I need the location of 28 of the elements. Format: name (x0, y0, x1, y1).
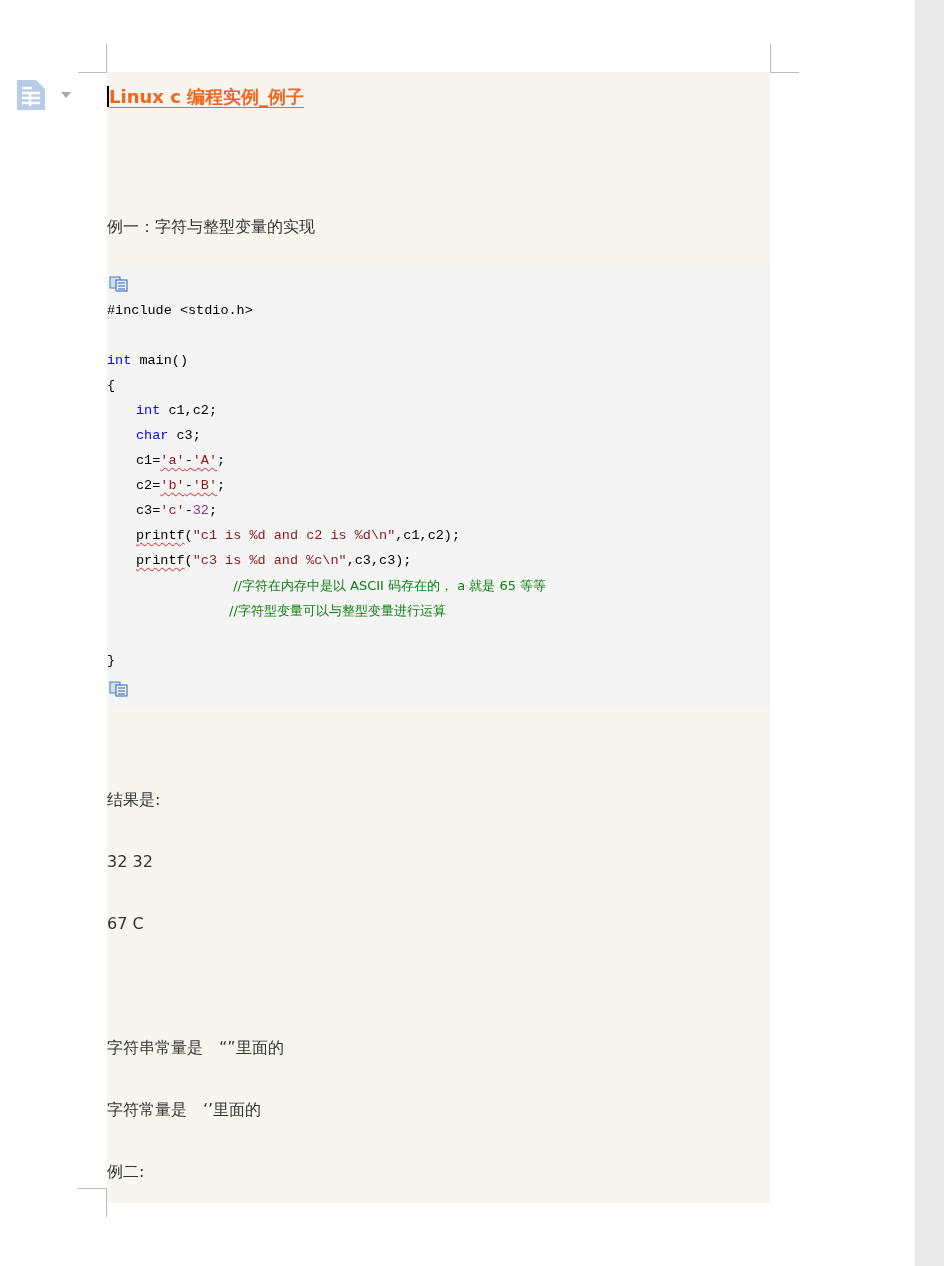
paragraph-text: 结果是: (107, 790, 161, 809)
paragraph-text: 例二: (107, 1162, 145, 1181)
dropdown-caret-icon[interactable] (61, 92, 71, 98)
code-comment: //字符在内存中是以 ASCII 码存在的， a 就是 65 等等 (232, 579, 547, 594)
paragraph-text: 例一：字符与整型变量的实现 (107, 217, 315, 236)
crop-mark (78, 1188, 107, 1217)
code-line: } (107, 653, 116, 668)
copy-icon[interactable] (109, 680, 129, 697)
code-line: printf("c1 is %d and c2 is %d\n",c1,c2); (136, 528, 461, 543)
crop-mark (78, 44, 107, 73)
crop-mark (770, 44, 799, 73)
paragraph-text: 67 C (107, 914, 144, 933)
code-line: int main() (107, 353, 189, 368)
paragraph-text: 字符常量是 ‘’里面的 (107, 1100, 262, 1119)
code-line: printf("c3 is %d and %c\n",c3,c3); (136, 553, 412, 568)
paragraph-text: 字符串常量是 “”里面的 (107, 1038, 284, 1057)
code-comment: //字符型变量可以与整型变量进行运算 (229, 604, 446, 619)
code-line: #include <stdio.h> (107, 303, 253, 318)
code-line: int c1,c2; (136, 403, 218, 418)
code-line: c3='c'-32; (136, 503, 218, 518)
document-icon[interactable] (17, 80, 45, 110)
code-line: char c3; (136, 428, 201, 443)
copy-icon[interactable] (109, 275, 129, 292)
paragraph-text: 32 32 (107, 852, 153, 871)
code-line: { (107, 378, 116, 393)
document-title: Linux c 编程实例_例子 (107, 86, 305, 107)
code-line: c2='b'-'B'; (136, 478, 226, 493)
code-line: c1='a'-'A'; (136, 453, 226, 468)
